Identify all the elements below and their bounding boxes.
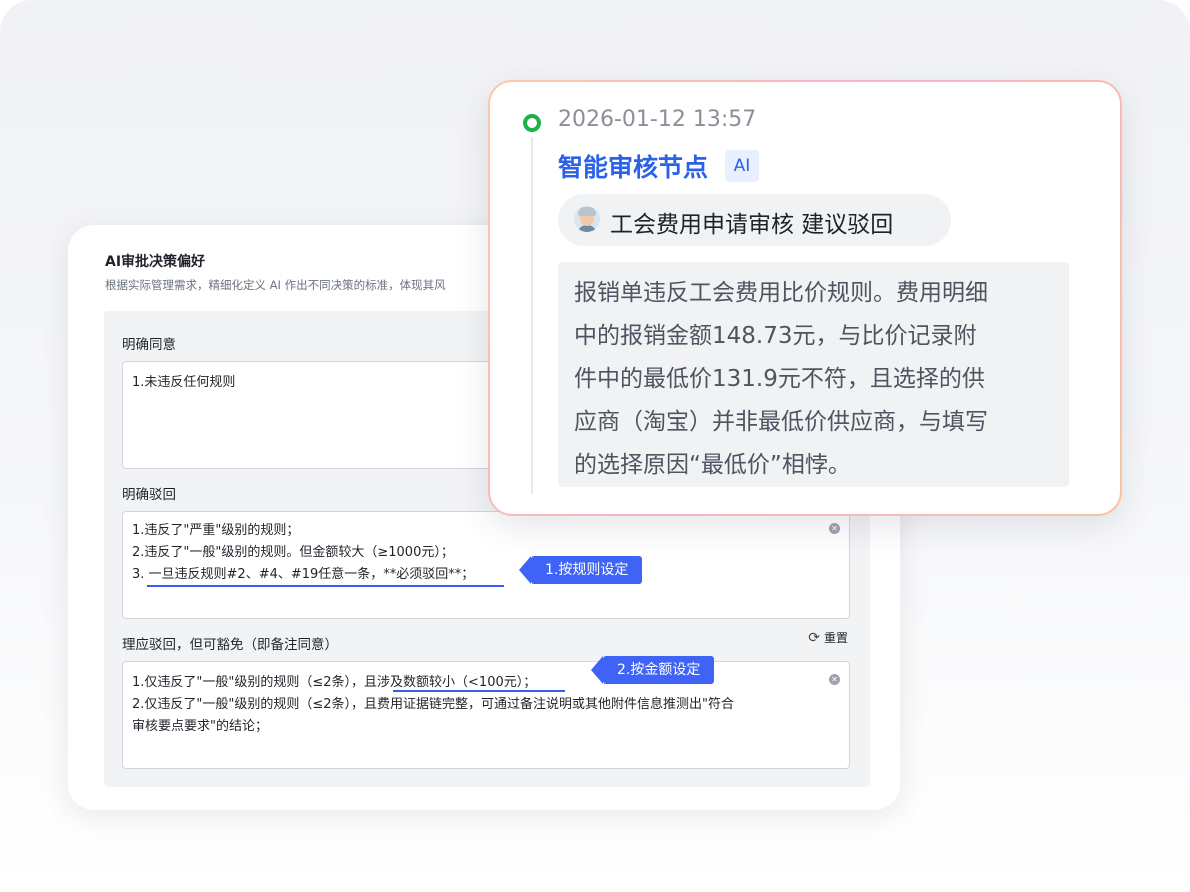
refresh-icon: ⟳ <box>808 629 820 646</box>
section-label-reject: 明确驳回 <box>122 487 176 503</box>
approve-rule-line: 1.未违反任何规则 <box>132 375 236 390</box>
reject-rules-textarea[interactable]: 1.违反了"严重"级别的规则； 2.违反了"一般"级别的规则。但金额较大（≥10… <box>122 511 850 619</box>
reset-button[interactable]: ⟳ 重置 <box>808 629 848 646</box>
reject-rule-line: 1.违反了"严重"级别的规则； <box>132 523 300 538</box>
section-label-approve: 明确同意 <box>122 337 176 353</box>
ai-audit-node-card: 2026-01-12 13:57 智能审核节点 AI 工会费用申请审核 建议驳回… <box>488 80 1122 516</box>
exempt-rule-line: 2.仅违反了"一般"级别的规则（≤2条），且费用证据链完整，可通过备注说明或其他… <box>132 697 735 712</box>
rule-setting-tag: 1.按规则设定 <box>518 556 643 584</box>
clear-icon[interactable]: ✕ <box>829 523 840 534</box>
amount-highlight-underline <box>393 690 565 692</box>
timestamp: 2026-01-12 13:57 <box>558 107 757 132</box>
clear-icon[interactable]: ✕ <box>829 674 840 685</box>
reason-line: 应商（淘宝）并非最低价供应商，与填写 <box>574 409 988 435</box>
reject-rule-line: 2.违反了"一般"级别的规则。但金额较大（≥1000元）； <box>132 545 454 560</box>
section-label-exempt: 理应驳回，但可豁免（即备注同意） <box>122 637 338 653</box>
preference-subtitle: 根据实际管理需求，精细化定义 AI 作出不同决策的标准，体现其风 <box>105 278 446 292</box>
reason-line: 的选择原因“最低价”相悖。 <box>574 452 851 478</box>
avatar <box>574 206 600 232</box>
verdict-pill: 工会费用申请审核 建议驳回 <box>558 194 951 246</box>
reason-line: 报销单违反工会费用比价规则。费用明细 <box>574 280 988 306</box>
exempt-rule-line: 1.仅违反了"一般"级别的规则（≤2条），且涉及数额较小（<100元）； <box>132 675 537 690</box>
rule-highlight-underline <box>147 585 504 587</box>
reason-line: 中的报销金额148.73元，与比价记录附 <box>574 323 977 349</box>
reason-line: 件中的最低价131.9元不符，且选择的供 <box>574 366 985 392</box>
preference-title: AI审批决策偏好 <box>105 254 206 270</box>
ai-badge: AI <box>725 150 759 182</box>
verdict-text: 工会费用申请审核 建议驳回 <box>610 212 894 238</box>
amount-setting-tag: 2.按金额设定 <box>590 656 715 684</box>
reject-rule-line: 3. 一旦违反规则#2、#4、#19任意一条，**必须驳回**； <box>132 567 475 582</box>
node-title: 智能审核节点 <box>558 153 709 182</box>
exempt-rules-textarea[interactable]: 1.仅违反了"一般"级别的规则（≤2条），且涉及数额较小（<100元）； 2.仅… <box>122 656 850 769</box>
exempt-rule-line: 审核要点要求"的结论； <box>132 719 268 734</box>
reset-label: 重置 <box>823 631 848 645</box>
timeline-line <box>531 137 533 494</box>
reason-box: 报销单违反工会费用比价规则。费用明细 中的报销金额148.73元，与比价记录附 … <box>558 262 1069 487</box>
timeline-dot-icon <box>523 114 541 132</box>
